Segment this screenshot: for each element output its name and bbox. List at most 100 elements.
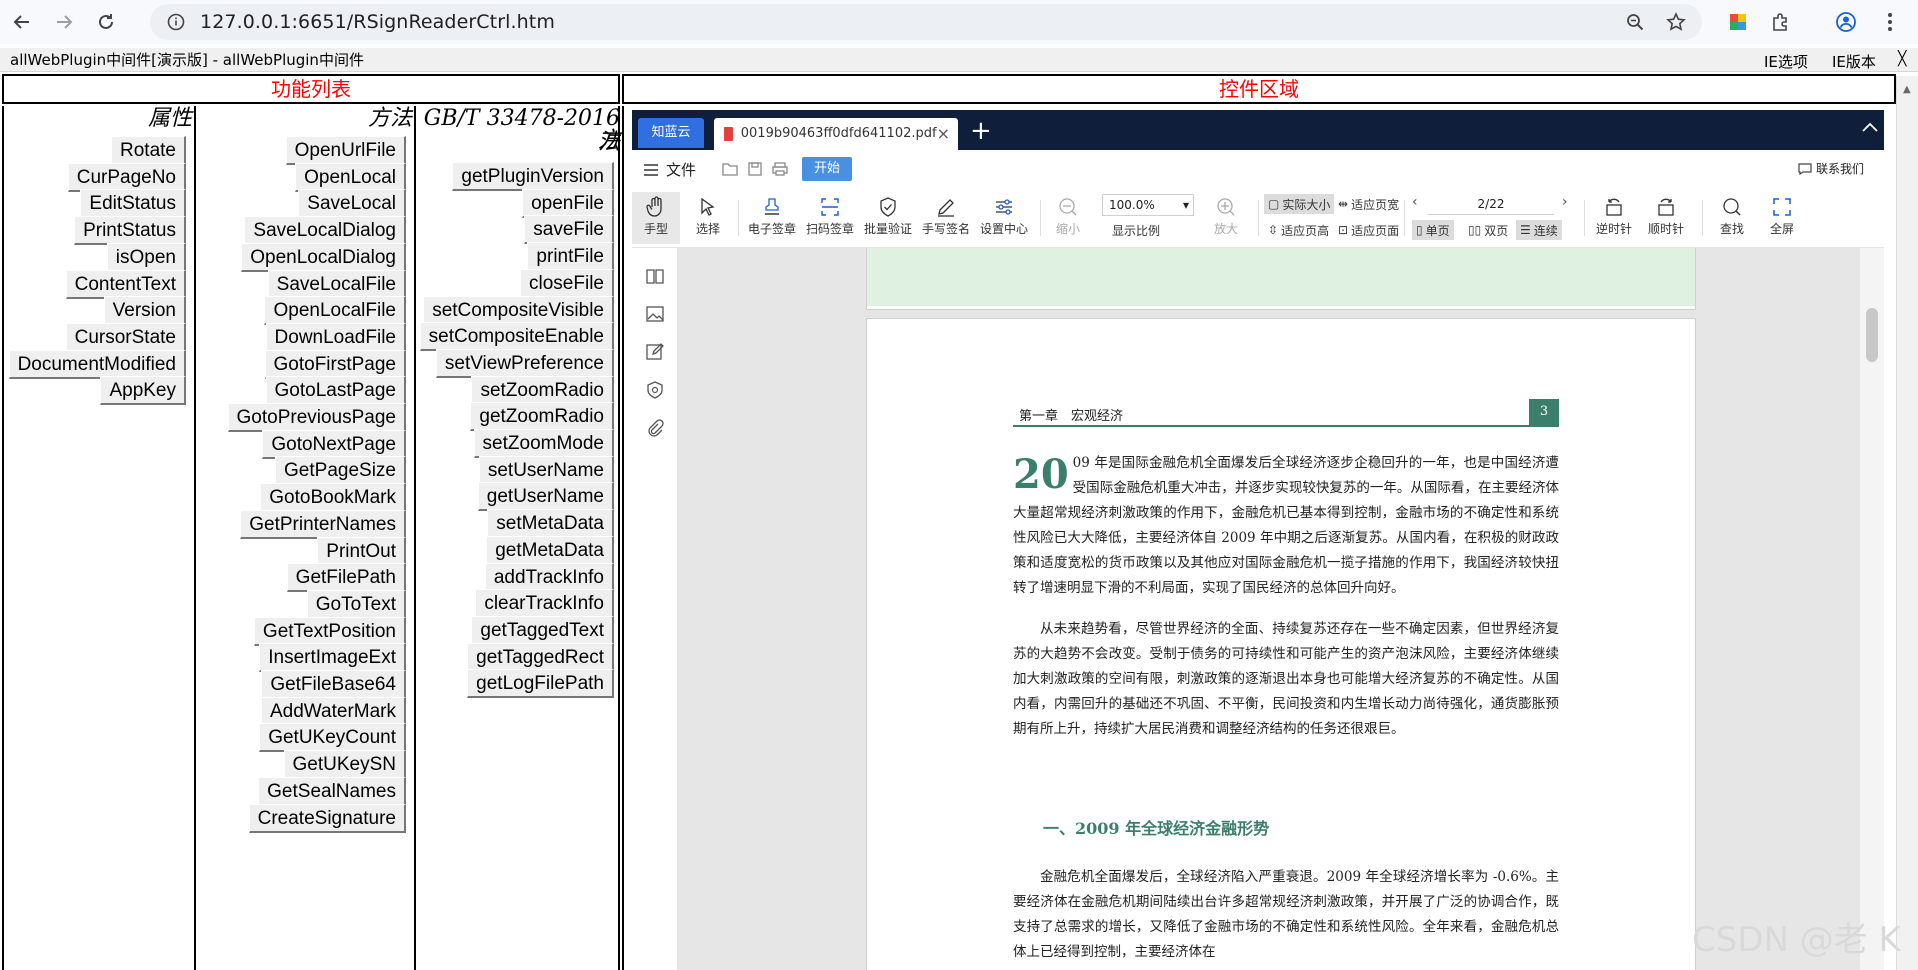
- gbt-button-gettaggedtext[interactable]: getTaggedText: [471, 615, 614, 645]
- single-page-button[interactable]: ▯ 单页: [1412, 220, 1454, 240]
- url-text[interactable]: 127.0.0.1:6651/RSignReaderCtrl.htm: [200, 11, 555, 33]
- method-button-savelocal[interactable]: SaveLocal: [298, 189, 406, 219]
- method-button-savelocalfile[interactable]: SaveLocalFile: [267, 269, 406, 299]
- ie-version-menu[interactable]: IE版本: [1832, 51, 1876, 72]
- prop-button-cursorstate[interactable]: CursorState: [65, 322, 186, 352]
- gbt-button-getlogfilepath[interactable]: getLogFilePath: [467, 669, 614, 699]
- method-button-getfilepath[interactable]: GetFilePath: [286, 563, 406, 593]
- gbt-button-getpluginversion[interactable]: getPluginVersion: [452, 162, 614, 191]
- profile-icon[interactable]: [1830, 6, 1862, 38]
- scroll-up-icon[interactable]: ▲: [1903, 84, 1911, 95]
- rotate-ccw-button[interactable]: 逆时针: [1588, 194, 1640, 237]
- open-folder-icon[interactable]: [722, 162, 738, 176]
- gbt-button-gettaggedrect[interactable]: getTaggedRect: [467, 642, 614, 672]
- gbt-button-setcompositeenable[interactable]: setCompositeEnable: [419, 322, 614, 352]
- method-button-gotobookmark[interactable]: GotoBookMark: [260, 483, 406, 513]
- gbt-button-savefile[interactable]: saveFile: [524, 215, 614, 245]
- address-bar[interactable]: 127.0.0.1:6651/RSignReaderCtrl.htm: [150, 4, 1702, 40]
- close-tab-icon[interactable]: ×: [937, 118, 950, 150]
- method-button-printout[interactable]: PrintOut: [317, 536, 406, 566]
- file-tab[interactable]: 0019b90463ff0dfd641102.pdf ×: [714, 118, 958, 150]
- prop-button-printstatus[interactable]: PrintStatus: [74, 216, 186, 246]
- close-icon[interactable]: ╳: [1898, 51, 1906, 67]
- bookmark-star-icon[interactable]: [1666, 12, 1686, 32]
- print-icon[interactable]: [772, 162, 788, 176]
- fit-width-button[interactable]: ⇹ 适应页宽: [1334, 194, 1403, 214]
- prop-button-curpageno[interactable]: CurPageNo: [67, 162, 186, 192]
- prop-button-rotate[interactable]: Rotate: [111, 136, 186, 165]
- edit-icon[interactable]: [645, 342, 665, 362]
- image-icon[interactable]: [645, 304, 665, 324]
- double-page-button[interactable]: ▯▯ 双页: [1464, 220, 1512, 240]
- prop-button-contenttext[interactable]: ContentText: [65, 269, 186, 299]
- start-tab-button[interactable]: 开始: [802, 157, 852, 181]
- zoom-select[interactable]: 100.0% ▾: [1102, 194, 1194, 216]
- method-button-getpagesize[interactable]: GetPageSize: [275, 456, 406, 486]
- method-button-getukeycount[interactable]: GetUKeyCount: [259, 723, 406, 753]
- brand-tab[interactable]: 知蓝云: [638, 118, 704, 148]
- collapse-toolbar-icon[interactable]: [1862, 116, 1878, 137]
- gbt-button-getusername[interactable]: getUserName: [477, 482, 614, 512]
- gbt-button-setcompositevisible[interactable]: setCompositeVisible: [423, 295, 614, 325]
- batch-verify-button[interactable]: 批量验证: [860, 194, 916, 237]
- prop-button-isopen[interactable]: isOpen: [106, 242, 186, 272]
- prop-button-editstatus[interactable]: EditStatus: [80, 189, 186, 219]
- find-button[interactable]: 查找: [1708, 194, 1756, 237]
- menu-dots-icon[interactable]: [1874, 6, 1906, 38]
- prop-button-version[interactable]: Version: [103, 296, 186, 326]
- gbt-button-addtrackinfo[interactable]: addTrackInfo: [484, 562, 614, 592]
- seal-icon[interactable]: [645, 380, 665, 400]
- method-button-getsealnames[interactable]: GetSealNames: [258, 776, 406, 806]
- forward-button[interactable]: [44, 2, 84, 42]
- zoom-in-button[interactable]: 放大: [1202, 194, 1250, 237]
- save-icon[interactable]: [748, 162, 762, 176]
- fit-page-button[interactable]: ⊡ 适应页面: [1334, 220, 1403, 240]
- method-button-createsignature[interactable]: CreateSignature: [248, 803, 406, 833]
- method-button-insertimageext[interactable]: InsertImageExt: [259, 643, 406, 673]
- prev-page-icon[interactable]: ‹: [1412, 194, 1418, 210]
- method-button-gototext[interactable]: GoToText: [306, 589, 406, 619]
- method-button-getfilebase64[interactable]: GetFileBase64: [261, 670, 406, 699]
- gbt-button-getmetadata[interactable]: getMetaData: [486, 535, 614, 565]
- page-indicator[interactable]: 2/22: [1428, 193, 1554, 215]
- method-button-addwatermark[interactable]: AddWaterMark: [261, 696, 406, 726]
- gbt-button-getzoomradio[interactable]: getZoomRadio: [470, 402, 614, 432]
- scrollbar-thumb[interactable]: [1866, 308, 1878, 362]
- settings-center-button[interactable]: 设置中心: [976, 194, 1032, 237]
- select-tool-button[interactable]: 选择: [684, 194, 732, 237]
- method-button-gettextposition[interactable]: GetTextPosition: [253, 616, 406, 646]
- paperclip-icon[interactable]: [645, 418, 665, 438]
- prop-button-documentmodified[interactable]: DocumentModified: [8, 349, 186, 379]
- method-button-downloadfile[interactable]: DownLoadFile: [265, 322, 406, 352]
- zoom-icon[interactable]: [1626, 13, 1644, 31]
- next-page-icon[interactable]: ›: [1562, 194, 1568, 210]
- method-button-getukeysn[interactable]: GetUKeySN: [283, 750, 406, 780]
- page-scrollbar[interactable]: ▲: [1896, 76, 1918, 970]
- rotate-cw-button[interactable]: 顺时针: [1640, 194, 1692, 237]
- fit-height-button[interactable]: ⇳ 适应页高: [1264, 220, 1333, 240]
- hand-sign-button[interactable]: 手写签名: [918, 194, 974, 237]
- method-button-openlocal[interactable]: OpenLocal: [295, 162, 406, 192]
- esign-button[interactable]: 电子签章: [744, 194, 800, 237]
- site-info-icon[interactable]: [158, 4, 194, 40]
- method-button-savelocaldialog[interactable]: SaveLocalDialog: [244, 216, 406, 246]
- gbt-button-setviewpreference[interactable]: setViewPreference: [435, 348, 614, 378]
- document-viewport[interactable]: 第一章 宏观经济 3 20 09 年是国际金融危机全面爆发后全球经济逐步企稳回升的…: [678, 248, 1860, 970]
- gbt-button-cleartrackinfo[interactable]: clearTrackInfo: [475, 589, 614, 619]
- contact-us-link[interactable]: 联系我们: [1798, 160, 1864, 177]
- actual-size-button[interactable]: ▢ 实际大小: [1264, 194, 1335, 214]
- book-icon[interactable]: [645, 266, 665, 286]
- method-button-getprinternames[interactable]: GetPrinterNames: [240, 509, 406, 539]
- gbt-button-openfile[interactable]: openFile: [522, 188, 614, 218]
- file-menu[interactable]: 文件: [644, 159, 696, 180]
- hand-tool-button[interactable]: 手型: [632, 192, 680, 244]
- gbt-button-setmetadata[interactable]: setMetaData: [487, 509, 614, 539]
- gbt-button-setzoomradio[interactable]: setZoomRadio: [471, 375, 614, 405]
- method-button-openlocaldialog[interactable]: OpenLocalDialog: [241, 242, 406, 272]
- scan-sign-button[interactable]: 扫码签章: [802, 194, 858, 237]
- method-button-gotolastpage[interactable]: GotoLastPage: [265, 376, 406, 406]
- extension-icon[interactable]: [1722, 6, 1754, 38]
- method-button-gotofirstpage[interactable]: GotoFirstPage: [264, 349, 406, 379]
- gbt-button-setusername[interactable]: setUserName: [478, 455, 614, 485]
- method-button-gotopreviouspage[interactable]: GotoPreviousPage: [227, 403, 406, 432]
